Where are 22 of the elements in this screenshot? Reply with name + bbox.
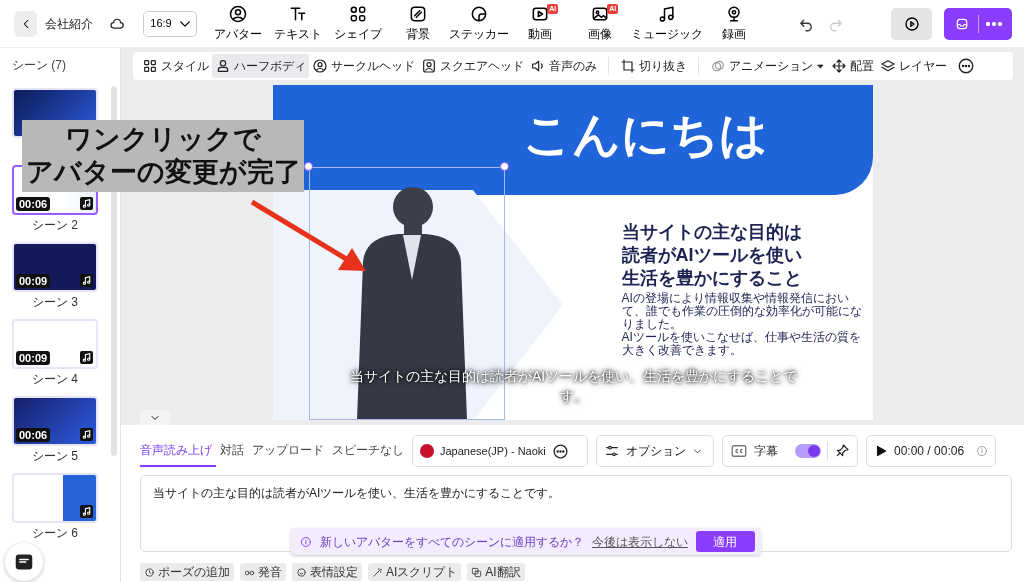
scene-label: シーン 2 bbox=[32, 219, 78, 231]
duration-label: 00:06 bbox=[16, 428, 51, 442]
slide-body-text: AIツールを使いこなせば、仕事や生活の質を大きく改善できます。 bbox=[621, 331, 862, 357]
prompt-message: 新しいアバターをすべてのシーンに適用するか？ bbox=[319, 533, 584, 551]
scenes-heading: シーン (7) bbox=[12, 57, 67, 74]
slide-body-text: AIの登場により情報収集や情報発信において、誰でも作業の圧倒的な効率化が可能になりました。 bbox=[621, 292, 863, 331]
slide-heading-line: 生活を豊かにすること bbox=[621, 267, 802, 290]
duration-label: 00:09 bbox=[16, 274, 51, 288]
scene-label: シーン 6 bbox=[32, 527, 78, 539]
callout-text: ワンクリックで bbox=[65, 123, 261, 156]
duration-label: 00:09 bbox=[16, 351, 51, 365]
duration-label: 00:06 bbox=[16, 197, 51, 211]
slide-heading-line: 当サイトの主な目的は bbox=[621, 221, 802, 244]
scene-label: シーン 5 bbox=[32, 450, 78, 462]
scene-label: シーン 4 bbox=[32, 373, 78, 385]
project-title: 会社紹介 bbox=[45, 15, 95, 33]
slide-heading-line: 読者がAIツールを使い bbox=[621, 244, 802, 267]
scene-label: シーン 3 bbox=[32, 296, 78, 308]
subtitles-panel: 字幕 bbox=[722, 435, 858, 467]
playback-control: 00:00 / 00:06 bbox=[866, 435, 996, 467]
slide-greeting: こんにちは bbox=[522, 107, 768, 163]
callout-text: アバターの変更が完了 bbox=[25, 156, 301, 189]
